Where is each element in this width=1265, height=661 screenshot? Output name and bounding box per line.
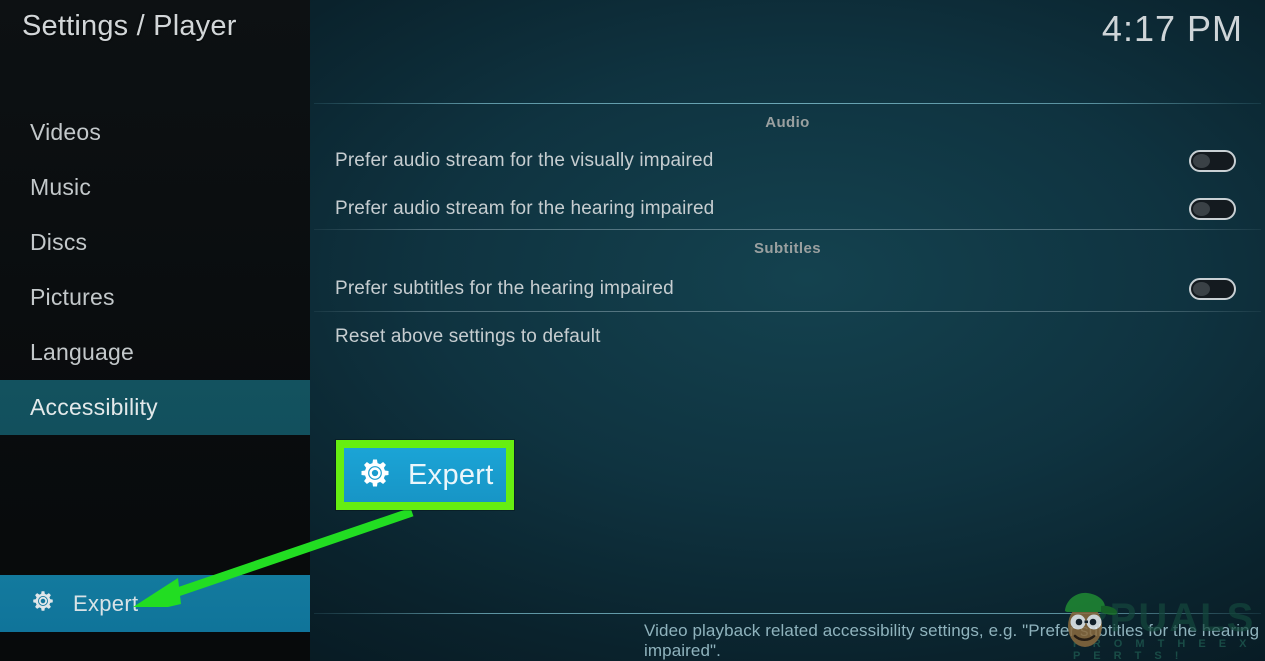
expert-button-callout: Expert — [336, 440, 514, 510]
setting-row-prefer-audio-hearing-impaired[interactable]: Prefer audio stream for the hearing impa… — [310, 189, 1265, 229]
toggle-knob — [1193, 154, 1210, 168]
toggle-knob — [1193, 282, 1210, 296]
setting-label: Reset above settings to default — [335, 326, 601, 347]
toggle-prefer-audio-hearing-impaired[interactable] — [1189, 198, 1236, 220]
clock: 4:17 PM — [1101, 8, 1243, 49]
appuals-mascot-icon — [1064, 592, 1118, 647]
setting-label: Prefer subtitles for the hearing impaire… — [335, 278, 674, 299]
appuals-watermark: PPUALS F R O M T H E E X P E R T S ! — [1051, 588, 1261, 661]
sidebar-item-pictures[interactable]: Pictures — [0, 270, 310, 325]
setting-row-prefer-audio-visually-impaired[interactable]: Prefer audio stream for the visually imp… — [310, 141, 1265, 181]
sidebar-item-label: Language — [30, 339, 134, 365]
kodi-settings-screen: Settings / Player Videos Music Discs Pic… — [0, 0, 1265, 661]
sidebar-item-label: Pictures — [30, 284, 115, 310]
page-title: Settings / Player — [22, 10, 237, 42]
settings-content-panel: 4:17 PM Audio Prefer audio stream for th… — [310, 0, 1265, 661]
settings-level-expert-button[interactable]: Expert — [0, 575, 310, 632]
gear-icon — [357, 455, 393, 496]
setting-label: Prefer audio stream for the hearing impa… — [335, 198, 715, 219]
toggle-knob — [1193, 202, 1210, 216]
sidebar-item-label: Music — [30, 174, 92, 200]
gear-icon — [30, 588, 56, 619]
section-header-audio: Audio — [765, 114, 810, 131]
section-divider-subtitles — [314, 229, 1261, 230]
row-divider-reset — [314, 311, 1261, 312]
sidebar-nav: Videos Music Discs Pictures Language Acc… — [0, 105, 310, 435]
sidebar-item-music[interactable]: Music — [0, 160, 310, 215]
sidebar-item-label: Videos — [30, 119, 102, 145]
expert-button-zoomed[interactable]: Expert — [344, 448, 506, 502]
section-header-subtitles: Subtitles — [754, 240, 821, 257]
sidebar-item-videos[interactable]: Videos — [0, 105, 310, 160]
content-top-divider — [314, 103, 1261, 104]
toggle-prefer-audio-visually-impaired[interactable] — [1189, 150, 1236, 172]
sidebar-item-accessibility[interactable]: Accessibility — [0, 380, 310, 435]
sidebar-item-language[interactable]: Language — [0, 325, 310, 380]
setting-row-reset-to-default[interactable]: Reset above settings to default — [310, 317, 1265, 357]
sidebar-item-discs[interactable]: Discs — [0, 215, 310, 270]
setting-row-prefer-subtitles-hearing-impaired[interactable]: Prefer subtitles for the hearing impaire… — [310, 269, 1265, 309]
settings-level-label: Expert — [73, 590, 139, 616]
sidebar: Settings / Player Videos Music Discs Pic… — [0, 0, 310, 661]
sidebar-item-label: Discs — [30, 229, 88, 255]
expert-callout-label: Expert — [408, 458, 494, 491]
toggle-prefer-subtitles-hearing-impaired[interactable] — [1189, 278, 1236, 300]
setting-label: Prefer audio stream for the visually imp… — [335, 150, 714, 171]
sidebar-item-label: Accessibility — [30, 394, 158, 420]
